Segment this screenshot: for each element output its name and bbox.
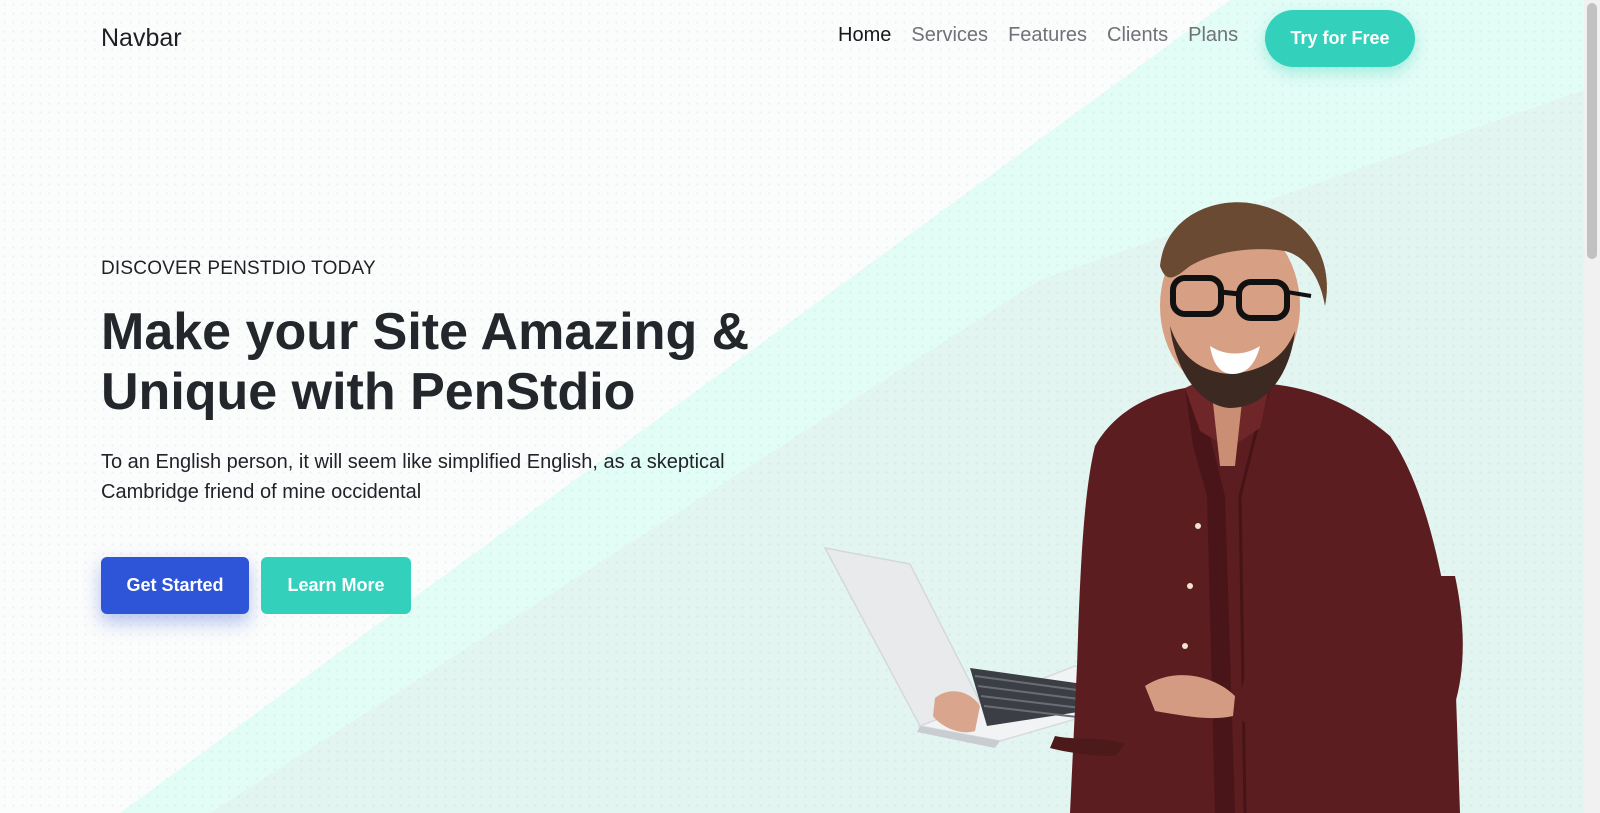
navbar: Navbar Home Services Features Clients Pl…	[0, 0, 1584, 78]
nav-link-clients[interactable]: Clients	[1097, 22, 1178, 48]
try-for-free-button[interactable]: Try for Free	[1265, 10, 1415, 67]
nav-link-services[interactable]: Services	[901, 22, 998, 48]
nav-links: Home Services Features Clients Plans	[828, 22, 1248, 48]
subtext-line-1: To an English person, it will seem like …	[101, 451, 725, 473]
hero-eyebrow: DISCOVER PENSTDIO TODAY	[101, 258, 376, 279]
nav-link-plans[interactable]: Plans	[1178, 22, 1248, 48]
page-scrollbar[interactable]	[1584, 0, 1600, 813]
scrollbar-thumb[interactable]	[1587, 3, 1597, 259]
brand-logo[interactable]: Navbar	[101, 24, 182, 53]
headline-line-1: Make your Site Amazing &	[101, 303, 750, 361]
get-started-button[interactable]: Get Started	[101, 557, 249, 614]
nav-link-home[interactable]: Home	[828, 22, 901, 48]
headline-line-2: Unique with PenStdio	[101, 363, 636, 421]
hero-headline: Make your Site Amazing & Unique with Pen…	[101, 302, 821, 422]
subtext-line-2: Cambridge friend of mine occidental	[101, 481, 422, 503]
nav-link-features[interactable]: Features	[998, 22, 1097, 48]
learn-more-button[interactable]: Learn More	[261, 557, 411, 614]
page: Navbar Home Services Features Clients Pl…	[0, 0, 1584, 813]
man-with-laptop-illustration	[823, 202, 1463, 813]
hero-subtext: To an English person, it will seem like …	[101, 447, 801, 507]
